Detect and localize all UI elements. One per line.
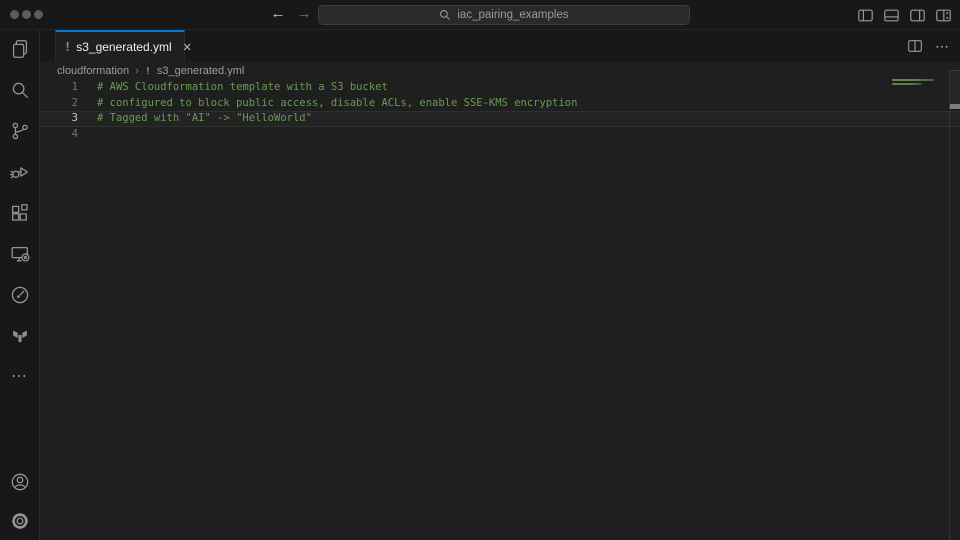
minimap[interactable] <box>892 83 922 86</box>
customize-layout-icon[interactable] <box>935 7 952 24</box>
line-number: 4 <box>40 127 78 143</box>
yml-file-icon: ! <box>145 66 151 77</box>
window-close-button[interactable] <box>10 10 19 19</box>
window-zoom-button[interactable] <box>34 10 43 19</box>
line-number: 1 <box>40 80 78 96</box>
nav-back-button[interactable]: ← <box>268 4 288 24</box>
remote-explorer-icon[interactable] <box>9 243 31 265</box>
code-line-active[interactable]: 3 # Tagged with "AI" -> "HelloWorld" <box>40 111 960 127</box>
code-line[interactable]: 1 # AWS Cloudformation template with a S… <box>40 80 960 96</box>
overview-ruler-border <box>949 70 950 540</box>
gitlens-icon[interactable] <box>9 284 31 306</box>
toggle-secondary-sidebar-icon[interactable] <box>909 7 926 24</box>
search-icon <box>439 9 451 21</box>
settings-gear-icon[interactable] <box>9 510 31 532</box>
activity-bar: ⋯ <box>0 30 40 540</box>
vscode-window: ← → iac_pairing_examples <box>0 0 960 540</box>
code-text: # configured to block public access, dis… <box>97 96 577 112</box>
tab-close-icon[interactable]: ✕ <box>183 41 192 54</box>
yml-file-icon: ! <box>64 40 71 54</box>
tab-bar: ! s3_generated.yml ✕ ⋯ <box>40 30 960 62</box>
tab-label: s3_generated.yml <box>76 40 171 54</box>
accounts-icon[interactable] <box>9 471 31 493</box>
tab-s3-generated-yml[interactable]: ! s3_generated.yml ✕ <box>55 30 185 62</box>
code-line[interactable]: 4 <box>40 127 960 143</box>
toggle-panel-icon[interactable] <box>883 7 900 24</box>
minimap[interactable] <box>892 79 934 82</box>
source-control-icon[interactable] <box>9 120 31 142</box>
search-icon[interactable] <box>9 79 31 101</box>
run-and-debug-icon[interactable] <box>9 161 31 183</box>
toggle-primary-sidebar-icon[interactable] <box>857 7 874 24</box>
overview-ruler-cursor-marker <box>950 104 960 109</box>
window-minimize-button[interactable] <box>22 10 31 19</box>
breadcrumb: cloudformation › ! s3_generated.yml <box>40 62 960 80</box>
title-bar: ← → iac_pairing_examples <box>0 0 960 30</box>
command-center-search[interactable]: iac_pairing_examples <box>318 5 690 25</box>
split-editor-icon[interactable] <box>907 38 923 54</box>
explorer-icon[interactable] <box>9 38 31 60</box>
nav-forward-button[interactable]: → <box>294 4 314 24</box>
code-text: # Tagged with "AI" -> "HelloWorld" <box>97 111 312 127</box>
line-number: 2 <box>40 96 78 112</box>
more-actions-icon[interactable]: ⋯ <box>9 366 31 388</box>
terraform-icon[interactable] <box>9 325 31 347</box>
line-number: 3 <box>40 111 78 127</box>
breadcrumb-folder[interactable]: cloudformation <box>57 65 129 77</box>
extensions-icon[interactable] <box>9 202 31 224</box>
command-center-label: iac_pairing_examples <box>457 9 568 21</box>
code-editor[interactable]: 1 # AWS Cloudformation template with a S… <box>40 80 960 540</box>
editor-more-actions-icon[interactable]: ⋯ <box>935 42 950 50</box>
code-text: # AWS Cloudformation template with a S3 … <box>97 80 388 96</box>
chevron-right-icon: › <box>135 65 139 77</box>
scrollbar-slider[interactable] <box>950 70 960 105</box>
breadcrumb-file[interactable]: s3_generated.yml <box>157 65 244 77</box>
code-line[interactable]: 2 # configured to block public access, d… <box>40 96 960 112</box>
